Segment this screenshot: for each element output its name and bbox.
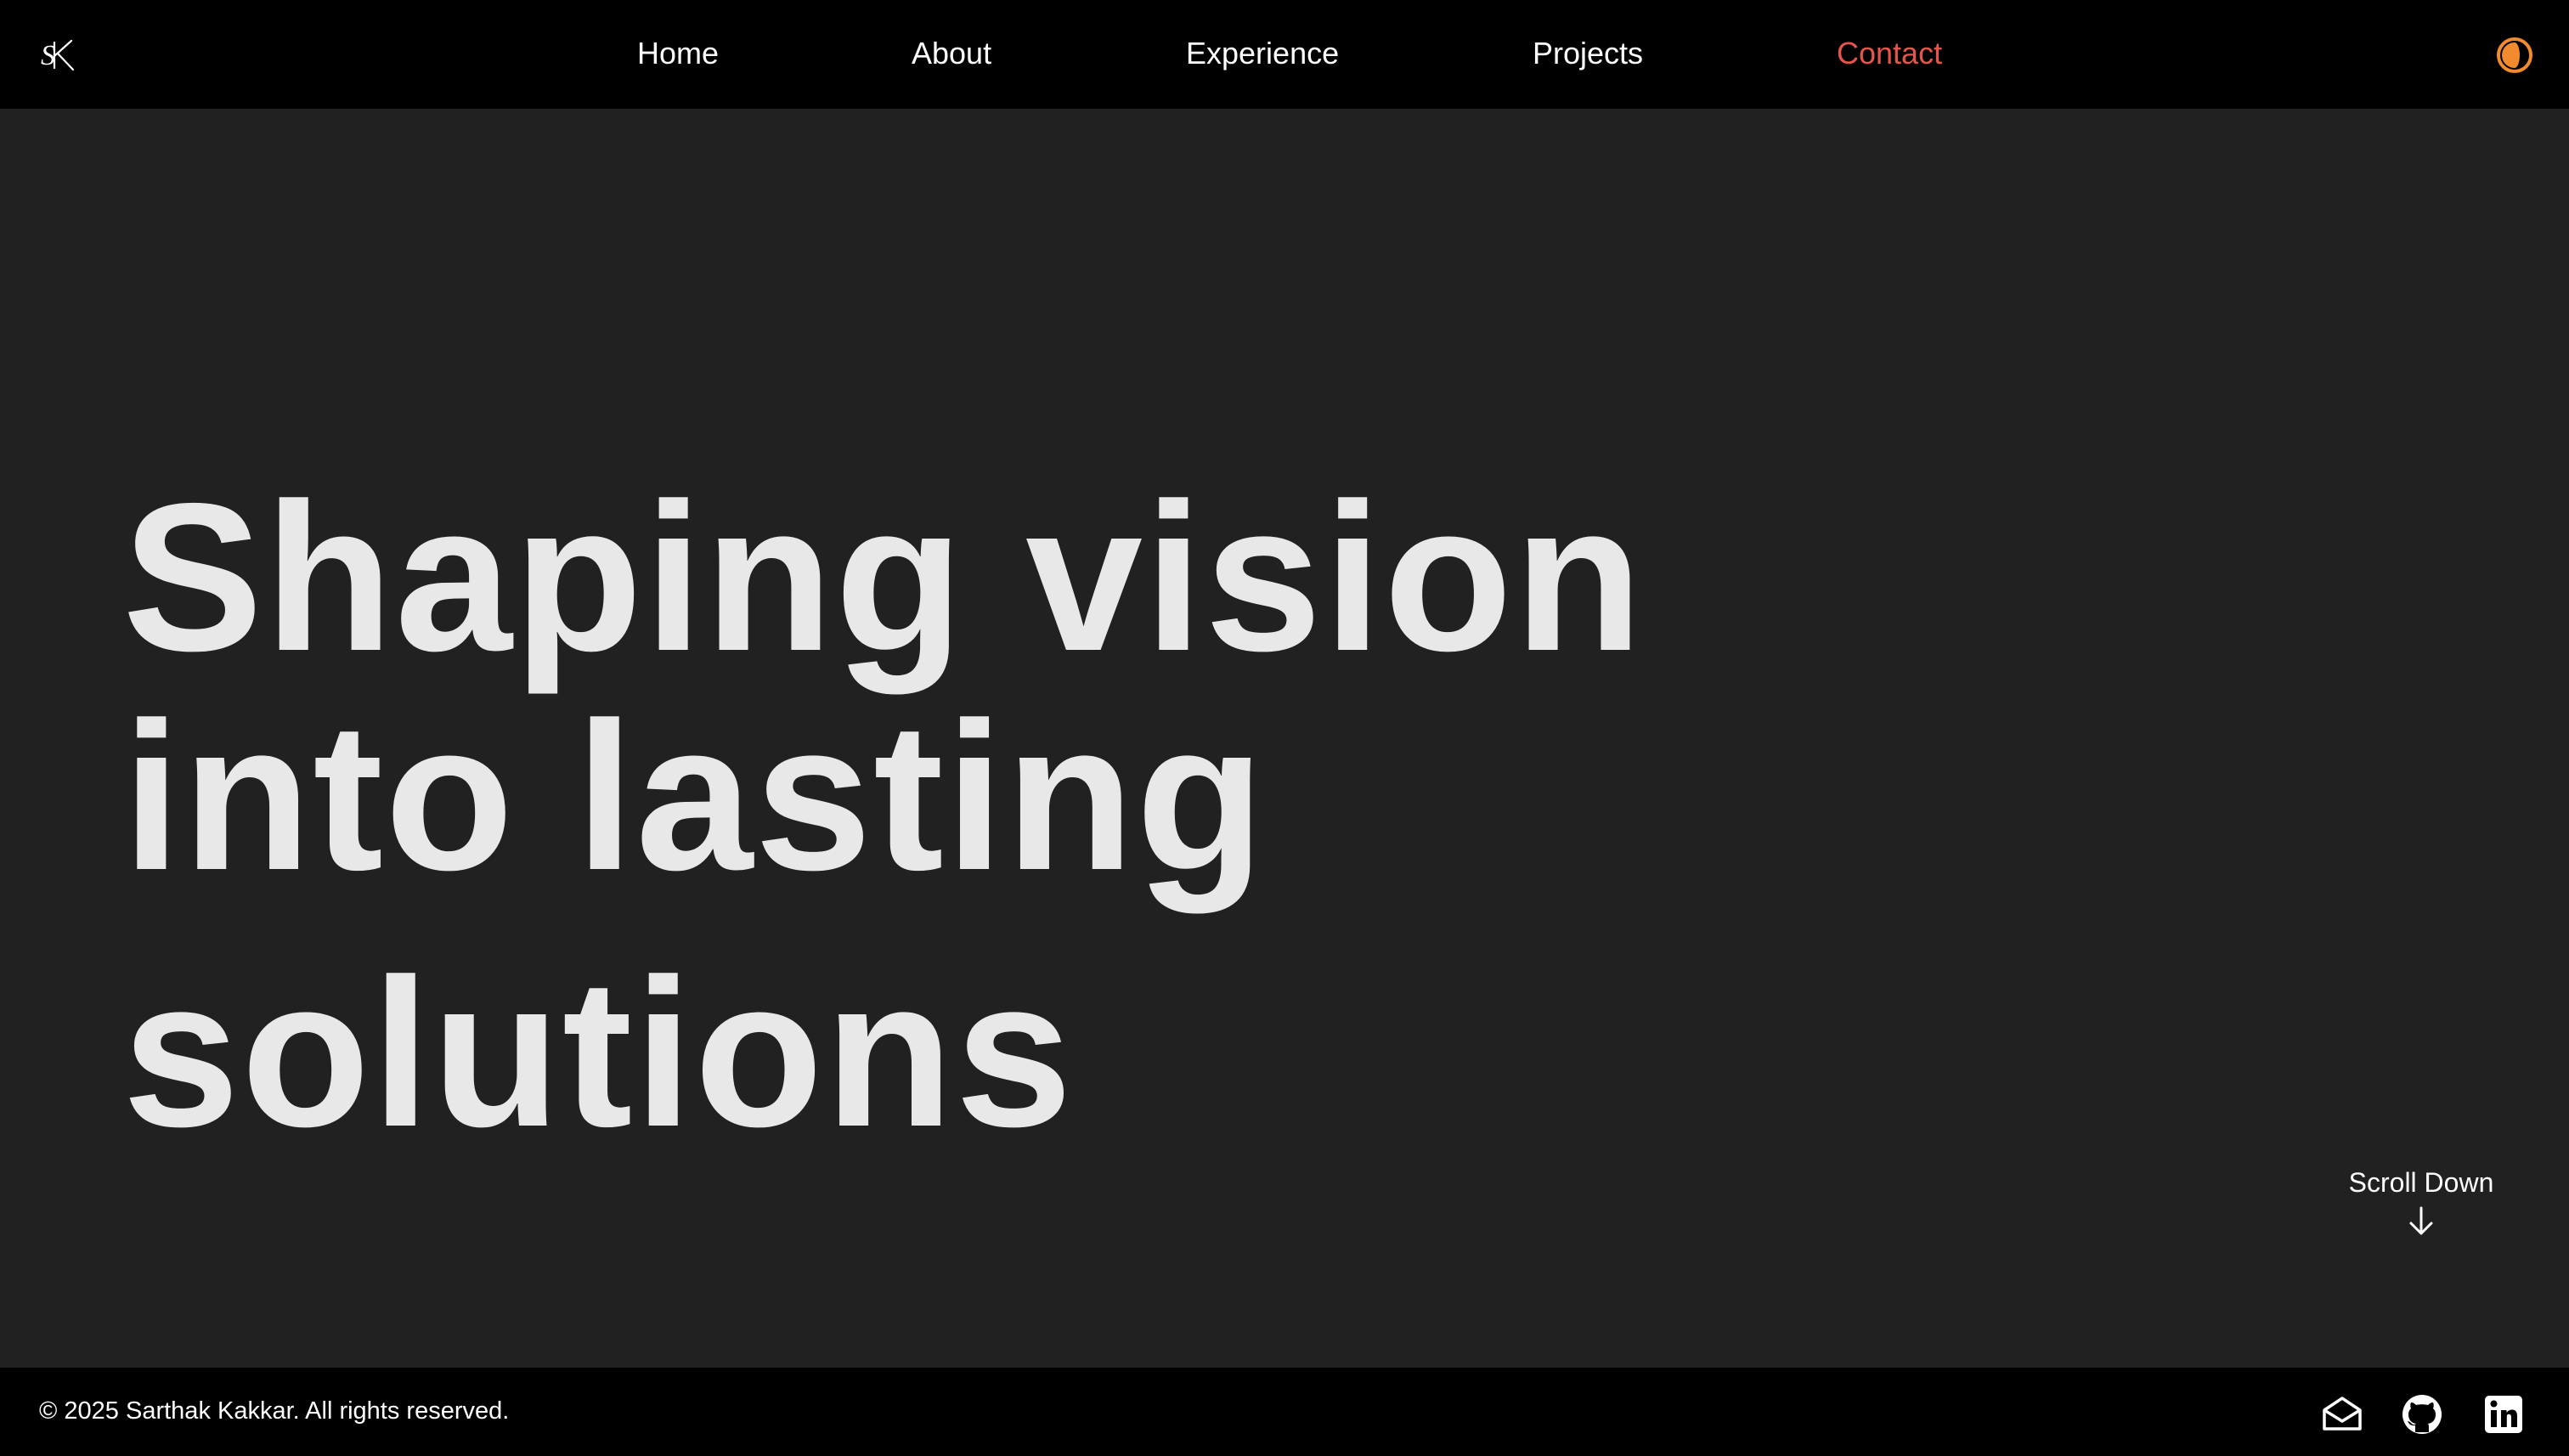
mail-icon <box>2323 1397 2362 1431</box>
top-navbar: S Home About Experience Projects Contact <box>0 0 2569 109</box>
email-link[interactable] <box>2321 1393 2363 1436</box>
nav-link-about[interactable]: About <box>912 34 991 73</box>
nav-link-projects[interactable]: Projects <box>1533 34 1643 73</box>
hero-line-1: Shaping vision <box>122 459 1645 695</box>
hero-line-2: into lasting <box>122 678 1267 914</box>
linkedin-link[interactable] <box>2482 1393 2525 1436</box>
page: S Home About Experience Projects Contact… <box>0 0 2569 1456</box>
arrow-down-icon <box>2409 1206 2433 1235</box>
half-circle-theme-icon <box>2497 37 2532 73</box>
github-icon <box>2402 1395 2442 1434</box>
theme-toggle-button[interactable] <box>2495 36 2534 75</box>
sk-monogram-icon: S <box>41 39 75 71</box>
github-link[interactable] <box>2401 1393 2443 1436</box>
footer: © 2025 Sarthak Kakkar. All rights reserv… <box>0 1368 2569 1456</box>
scroll-down-label: Scroll Down <box>2348 1167 2494 1198</box>
nav-link-contact[interactable]: Contact <box>1837 34 1942 73</box>
linkedin-icon <box>2485 1396 2522 1433</box>
svg-text:S: S <box>41 40 55 71</box>
scroll-down-button[interactable]: Scroll Down <box>2336 1165 2506 1239</box>
hero-line-3: solutions <box>122 934 1075 1171</box>
nav-link-home[interactable]: Home <box>637 34 719 73</box>
nav-link-experience[interactable]: Experience <box>1186 34 1339 73</box>
sk-logo[interactable]: S <box>39 34 76 75</box>
copyright-text: © 2025 Sarthak Kakkar. All rights reserv… <box>39 1397 510 1425</box>
